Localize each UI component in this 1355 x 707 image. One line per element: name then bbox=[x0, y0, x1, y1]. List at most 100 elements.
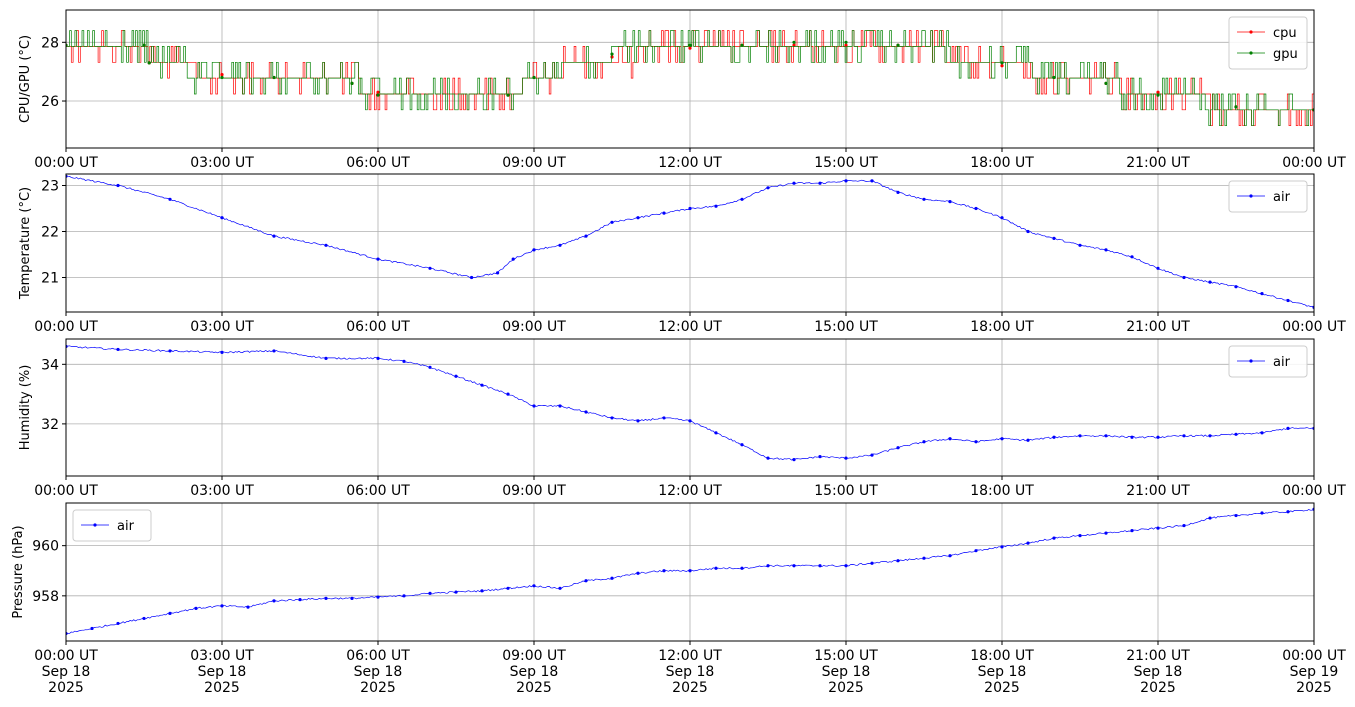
x-tick-label: 03:00 UT bbox=[190, 648, 254, 664]
x-tick-label: 09:00 UT bbox=[502, 483, 566, 499]
x-tick-label: 2025 bbox=[1140, 680, 1176, 696]
data-point-air bbox=[896, 190, 900, 194]
x-tick-label: 00:00 UT bbox=[34, 483, 98, 499]
legend-box bbox=[1228, 345, 1308, 378]
legend-marker-air bbox=[93, 523, 97, 527]
data-point-air bbox=[974, 549, 978, 553]
data-point-air bbox=[1208, 434, 1212, 438]
legend-label-cpu: cpu bbox=[1273, 26, 1297, 41]
data-point-air bbox=[688, 419, 692, 423]
data-point-air bbox=[766, 456, 770, 460]
x-tick-label: 12:00 UT bbox=[658, 155, 722, 171]
data-point-air bbox=[792, 564, 796, 568]
data-point-air bbox=[324, 356, 328, 360]
legend: air bbox=[72, 509, 152, 542]
data-point-gpu bbox=[1156, 93, 1160, 97]
y-tick-label: 960 bbox=[32, 539, 59, 555]
data-point-air bbox=[870, 561, 874, 565]
data-point-air bbox=[220, 350, 224, 355]
data-point-air bbox=[480, 589, 484, 593]
data-point-air bbox=[220, 604, 224, 608]
x-tick-label: 2025 bbox=[516, 680, 552, 696]
x-tick-label: 2025 bbox=[360, 680, 396, 696]
data-point-air bbox=[870, 179, 874, 183]
data-point-air bbox=[116, 183, 120, 188]
data-point-air bbox=[480, 383, 484, 387]
data-point-air bbox=[376, 257, 380, 261]
data-point-air bbox=[896, 559, 900, 563]
data-point-air bbox=[532, 584, 536, 588]
data-point-air bbox=[662, 211, 666, 215]
x-tick-label: 15:00 UT bbox=[814, 483, 878, 499]
data-point-air bbox=[948, 437, 952, 441]
data-point-air bbox=[1130, 529, 1134, 533]
x-tick-label: Sep 18 bbox=[666, 664, 715, 680]
data-point-air bbox=[246, 605, 250, 609]
y-tick-label: 22 bbox=[41, 225, 59, 241]
data-point-air bbox=[324, 596, 328, 600]
data-point-air bbox=[1208, 280, 1212, 284]
data-point-cpu bbox=[376, 90, 380, 94]
data-point-air bbox=[532, 248, 536, 252]
data-point-air bbox=[662, 569, 666, 573]
data-point-air bbox=[1052, 536, 1056, 540]
data-point-air bbox=[896, 446, 900, 450]
data-point-air bbox=[792, 181, 796, 185]
data-point-air bbox=[948, 554, 952, 558]
legend-marker-gpu bbox=[1249, 51, 1253, 55]
data-point-gpu bbox=[272, 75, 276, 80]
data-point-air bbox=[496, 271, 500, 275]
data-point-air bbox=[1156, 435, 1160, 439]
data-point-gpu bbox=[350, 81, 354, 86]
data-point-gpu bbox=[1104, 81, 1108, 86]
data-point-air bbox=[974, 206, 978, 211]
data-point-air bbox=[376, 356, 380, 360]
data-point-air bbox=[558, 404, 562, 408]
data-point-gpu bbox=[1234, 105, 1238, 109]
data-point-air bbox=[90, 626, 94, 631]
x-tick-label: 03:00 UT bbox=[190, 483, 254, 499]
y-axis-label: Temperature (°C) bbox=[18, 187, 33, 300]
legend-label-air: air bbox=[117, 519, 135, 534]
data-point-air bbox=[766, 564, 770, 568]
data-point-air bbox=[662, 416, 666, 420]
data-point-air bbox=[714, 566, 718, 570]
x-tick-label: 2025 bbox=[1296, 680, 1332, 696]
data-point-gpu bbox=[142, 43, 146, 47]
y-tick-label: 28 bbox=[41, 35, 59, 51]
data-point-air bbox=[1000, 216, 1004, 220]
data-point-air bbox=[1000, 437, 1004, 441]
data-point-air bbox=[740, 443, 744, 447]
x-tick-label: 12:00 UT bbox=[658, 319, 722, 335]
x-tick-label: 00:00 UT bbox=[34, 155, 98, 171]
data-point-air bbox=[740, 566, 744, 570]
legend-label-gpu: gpu bbox=[1273, 47, 1298, 62]
data-point-gpu bbox=[506, 93, 510, 97]
legend-marker-cpu bbox=[1249, 30, 1253, 34]
x-tick-label: Sep 18 bbox=[42, 664, 91, 680]
x-tick-label: 2025 bbox=[828, 680, 864, 696]
data-point-air bbox=[272, 234, 276, 238]
x-tick-label: 06:00 UT bbox=[346, 155, 410, 171]
data-point-air bbox=[766, 186, 770, 190]
data-point-air bbox=[818, 455, 822, 459]
data-point-air bbox=[220, 216, 224, 220]
data-point-air bbox=[1000, 545, 1004, 549]
data-point-air bbox=[922, 197, 926, 201]
figure: 00:00 UT 03:00 UT 06:00 UT 09:00 UT 12:00 UT… bbox=[0, 0, 1355, 707]
data-point-air bbox=[558, 586, 562, 590]
data-point-air bbox=[350, 596, 354, 600]
data-point-air bbox=[1104, 248, 1108, 252]
data-point-air bbox=[142, 616, 146, 621]
data-point-gpu bbox=[147, 61, 151, 65]
x-tick-label: 09:00 UT bbox=[502, 319, 566, 335]
y-tick-label: 26 bbox=[41, 94, 59, 110]
data-point-air bbox=[558, 243, 562, 247]
data-point-air bbox=[714, 204, 718, 208]
data-point-air bbox=[168, 349, 172, 353]
x-tick-label: 2025 bbox=[48, 680, 84, 696]
data-point-gpu bbox=[532, 75, 536, 80]
data-point-air bbox=[1234, 513, 1238, 518]
data-point-air bbox=[376, 595, 380, 599]
data-point-air bbox=[1156, 526, 1160, 530]
